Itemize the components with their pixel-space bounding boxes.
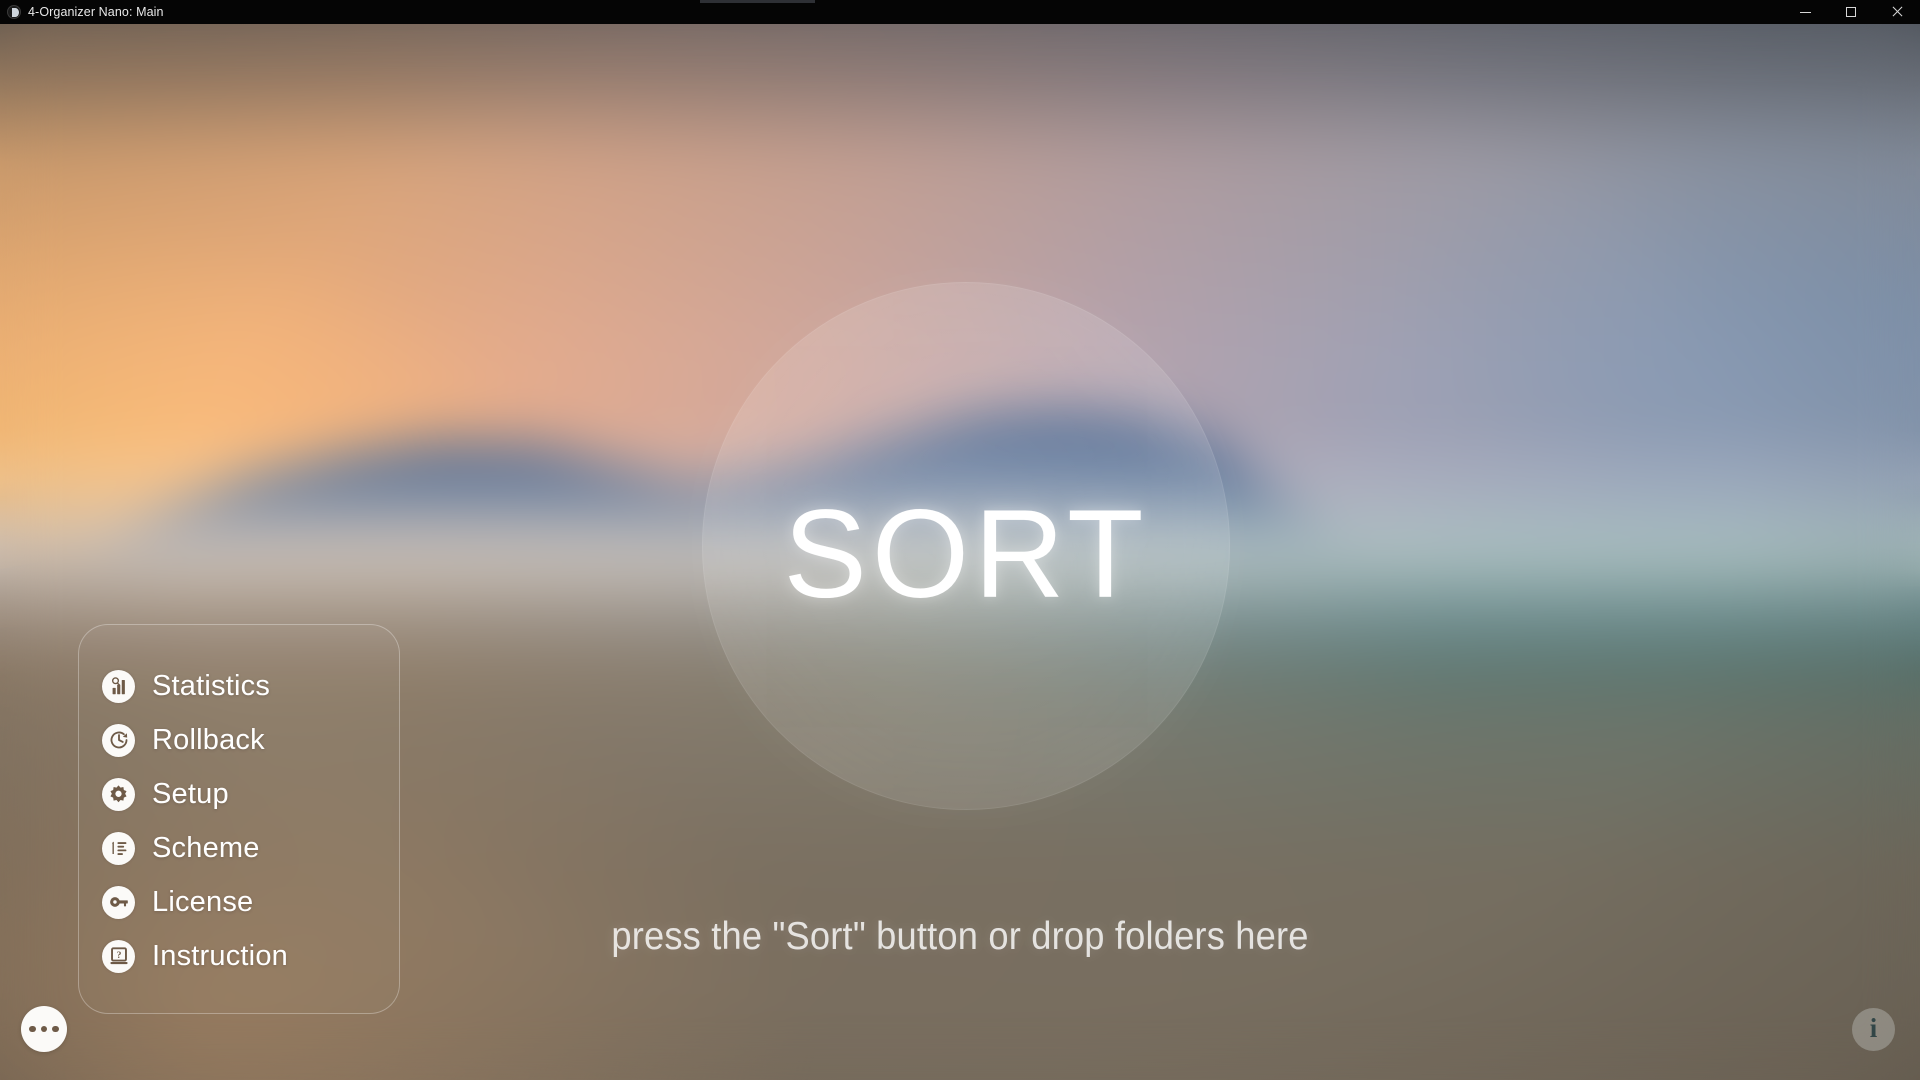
close-button[interactable] <box>1874 0 1920 24</box>
minimize-button[interactable] <box>1782 0 1828 24</box>
app-circle-icon <box>7 5 21 19</box>
window-title: 4-Organizer Nano: Main <box>28 5 164 19</box>
menu-item-label: Statistics <box>152 669 271 702</box>
info-icon: i <box>1869 1013 1878 1043</box>
maximize-icon <box>1846 7 1856 17</box>
clock-undo-icon <box>102 723 135 757</box>
sort-button-label: SORT <box>783 484 1149 624</box>
chart-search-icon <box>102 669 135 703</box>
application-window: SORT press the "Sort" button or drop fol… <box>0 0 1920 1080</box>
key-icon <box>102 885 135 919</box>
menu-item-label: Scheme <box>152 831 260 864</box>
titlebar-left-group: 4-Organizer Nano: Main <box>0 0 164 24</box>
menu-item-rollback[interactable]: Rollback <box>79 713 399 767</box>
minimize-icon <box>1799 11 1811 13</box>
ellipsis-dot <box>29 1025 36 1033</box>
svg-text:?: ? <box>116 950 121 961</box>
titlebar-artifact <box>700 0 815 3</box>
titlebar-drag-region[interactable] <box>164 0 1782 24</box>
window-controls <box>1782 0 1920 24</box>
menu-item-label: Setup <box>152 777 229 810</box>
gear-icon <box>102 777 135 811</box>
menu-item-label: Rollback <box>152 723 265 756</box>
menu-item-setup[interactable]: Setup <box>79 767 399 821</box>
info-button[interactable]: i <box>1852 1008 1895 1051</box>
maximize-button[interactable] <box>1828 0 1874 24</box>
close-icon <box>1891 6 1903 18</box>
ellipsis-dot <box>40 1025 48 1033</box>
main-menu-panel: Statistics Rollback Setup Scheme License… <box>78 624 400 1014</box>
menu-item-license[interactable]: License <box>79 875 399 929</box>
menu-item-label: Instruction <box>152 939 288 972</box>
window-titlebar: 4-Organizer Nano: Main <box>0 0 1920 24</box>
sort-button[interactable]: SORT <box>702 282 1230 810</box>
menu-item-statistics[interactable]: Statistics <box>79 659 399 713</box>
book-question-icon: ? <box>102 939 135 973</box>
ellipsis-dot <box>52 1025 59 1033</box>
menu-item-instruction[interactable]: ? Instruction <box>79 929 399 983</box>
numbered-list-icon <box>102 831 135 865</box>
menu-item-label: License <box>152 885 254 918</box>
more-options-button[interactable] <box>21 1006 67 1052</box>
menu-item-scheme[interactable]: Scheme <box>79 821 399 875</box>
